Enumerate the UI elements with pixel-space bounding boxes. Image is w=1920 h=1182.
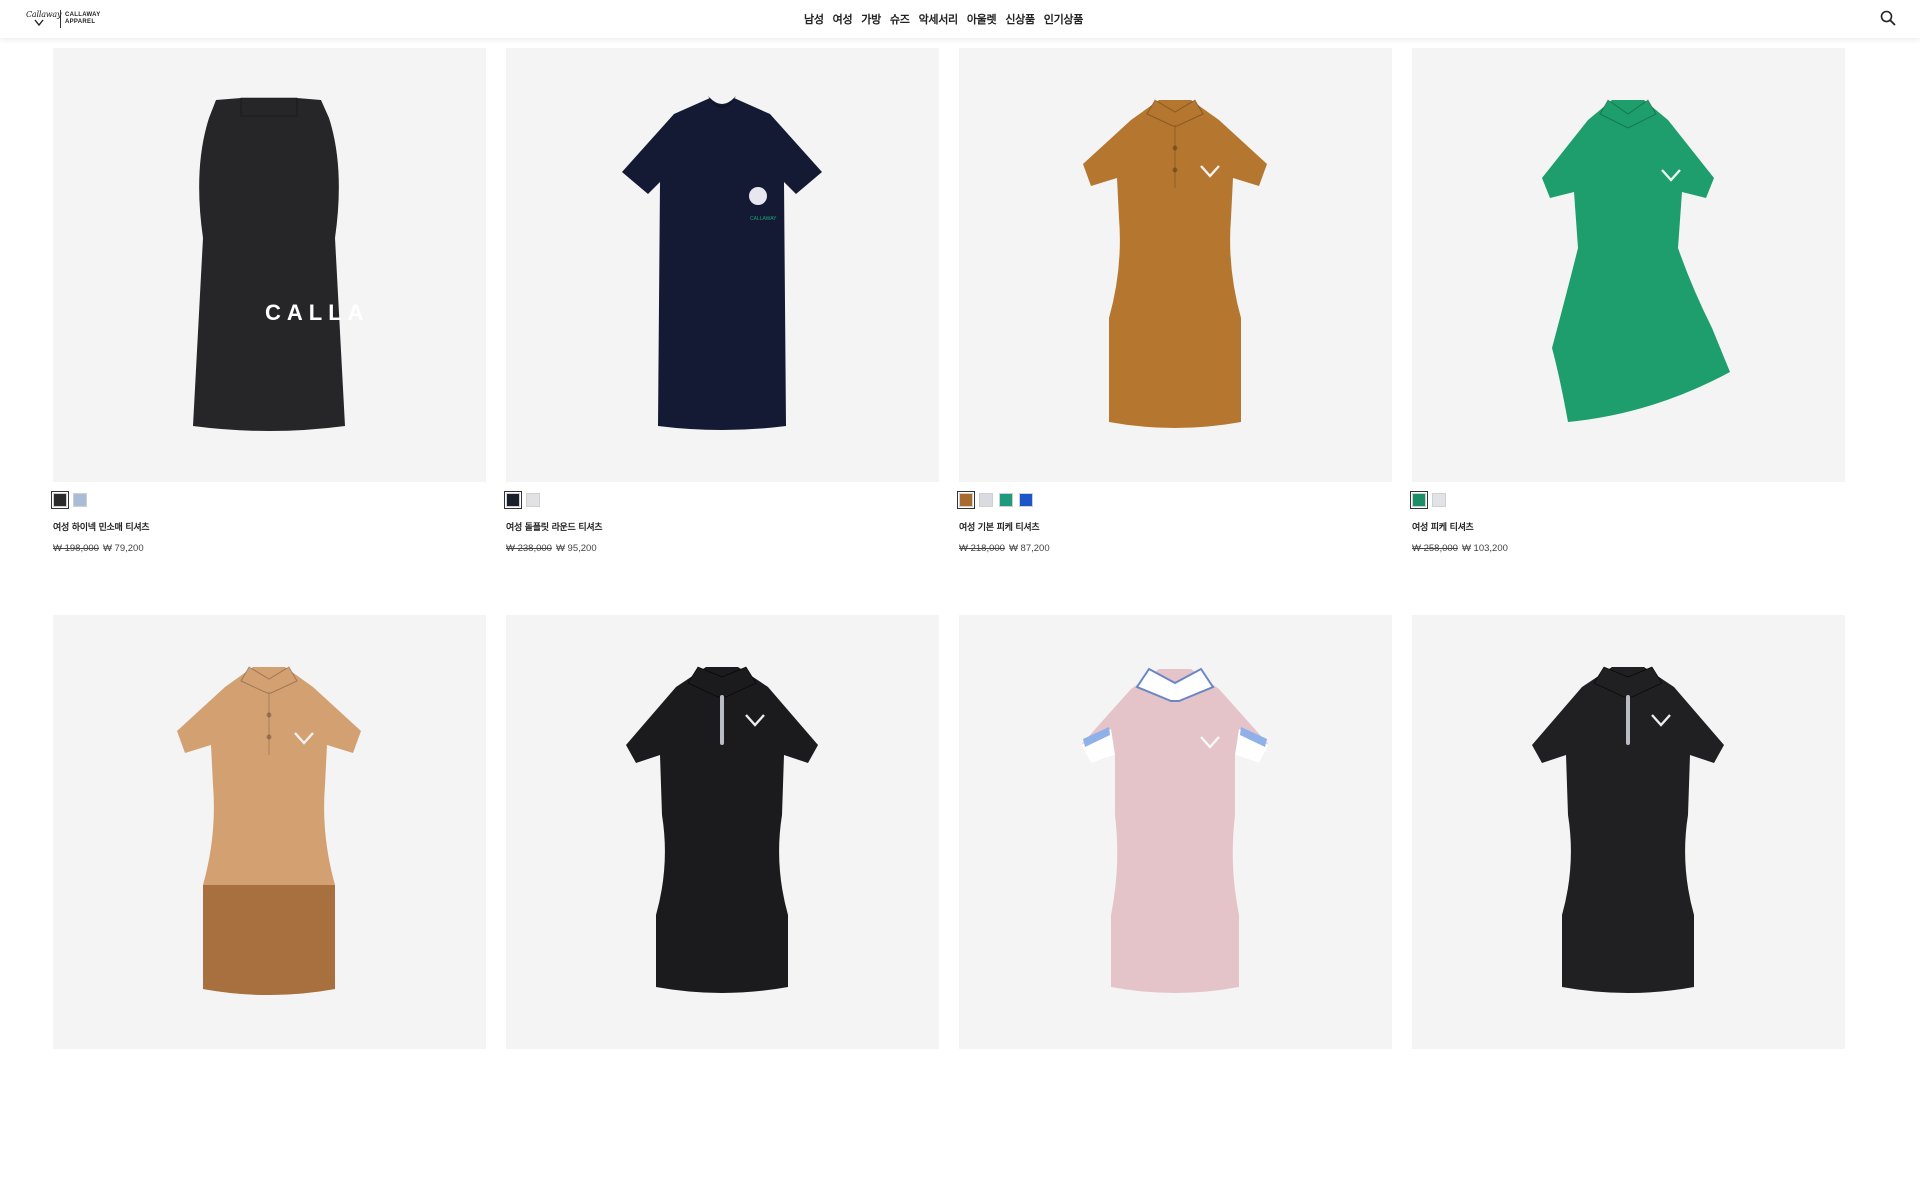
product-image[interactable] (1412, 48, 1845, 482)
main-nav: 남성 여성 가방 슈즈 악세서리 아울렛 신상품 인기상품 (804, 11, 1083, 27)
product-card: 여성 피케 티셔츠 ₩ 258,000 ₩ 103,200 (1410, 48, 1845, 615)
logo-script: Callaway (26, 10, 62, 19)
product-card (506, 615, 939, 1182)
product-grid: CALLA 여성 하이넥 민소매 티셔츠 ₩ 198,000 ₩ 79,200 CALL… (51, 48, 1845, 1182)
color-swatches (504, 491, 939, 509)
color-swatch[interactable] (1410, 491, 1428, 509)
product-image[interactable] (506, 615, 939, 1049)
product-price: ₩ 238,000 ₩ 95,200 (506, 543, 939, 554)
product-image[interactable]: CALLA (53, 48, 486, 482)
site-header: Callaway CALLAWAY APPAREL 남성 여성 가방 슈즈 악세… (0, 0, 1920, 38)
original-price: ₩ 258,000 (1412, 543, 1458, 554)
product-card: 여성 기본 피케 티셔츠 ₩ 218,000 ₩ 87,200 (957, 48, 1392, 615)
product-image[interactable]: CALLAWAY (506, 48, 939, 482)
product-image[interactable] (959, 48, 1392, 482)
sale-price: ₩ 87,200 (1008, 543, 1050, 554)
color-swatch[interactable] (504, 491, 522, 509)
original-price: ₩ 238,000 (506, 543, 552, 554)
color-swatches (51, 491, 486, 509)
product-image[interactable] (959, 615, 1392, 1049)
product-card: CALLA 여성 하이넥 민소매 티셔츠 ₩ 198,000 ₩ 79,200 (51, 48, 486, 615)
color-swatch[interactable] (979, 493, 993, 507)
color-swatches (1410, 491, 1845, 509)
brand-logo[interactable]: Callaway CALLAWAY APPAREL (26, 8, 101, 30)
color-swatch[interactable] (957, 491, 975, 509)
color-swatch[interactable] (73, 493, 87, 507)
nav-accessories[interactable]: 악세서리 (919, 11, 959, 27)
nav-best-sellers[interactable]: 인기상품 (1044, 11, 1084, 27)
product-price: ₩ 198,000 ₩ 79,200 (53, 543, 486, 554)
shirt-illustration: CALLAWAY (622, 96, 822, 430)
logo-line-2: APPAREL (65, 19, 96, 25)
shirt-illustration (1542, 99, 1730, 422)
logo-line-1: CALLAWAY (65, 12, 101, 18)
shirt-illustration (1081, 667, 1269, 993)
nav-bags[interactable]: 가방 (861, 11, 881, 27)
callaway-logo-mark: Callaway (26, 8, 62, 30)
svg-text:CALLAWAY: CALLAWAY (750, 216, 777, 222)
product-name[interactable]: 여성 돌플릿 라운드 티셔츠 (506, 520, 939, 533)
product-name[interactable]: 여성 피케 티셔츠 (1412, 520, 1845, 533)
color-swatches (957, 491, 1392, 509)
product-price: ₩ 218,000 ₩ 87,200 (959, 543, 1392, 554)
color-swatch[interactable] (999, 493, 1013, 507)
search-icon[interactable] (1879, 9, 1897, 27)
product-card (53, 615, 486, 1182)
product-price: ₩ 258,000 ₩ 103,200 (1412, 543, 1845, 554)
product-name[interactable]: 여성 하이넥 민소매 티셔츠 (53, 520, 486, 533)
nav-shoes[interactable]: 슈즈 (890, 11, 910, 27)
sale-price: ₩ 79,200 (102, 543, 144, 554)
logo-wordmark: CALLAWAY APPAREL (65, 12, 101, 26)
color-swatch[interactable] (51, 491, 69, 509)
shirt-print-text: CALLA (265, 300, 370, 325)
product-name[interactable]: 여성 기본 피케 티셔츠 (959, 520, 1392, 533)
original-price: ₩ 198,000 (53, 543, 99, 554)
color-swatch[interactable] (1432, 493, 1446, 507)
product-card (1412, 615, 1845, 1182)
sale-price: ₩ 95,200 (555, 543, 597, 554)
color-swatch[interactable] (526, 493, 540, 507)
nav-outlet[interactable]: 아울렛 (967, 11, 997, 27)
nav-new-arrivals[interactable]: 신상품 (1005, 11, 1035, 27)
product-card: CALLAWAY 여성 돌플릿 라운드 티셔츠 ₩ 238,000 ₩ 95,200 (504, 48, 939, 615)
shirt-illustration (177, 666, 361, 995)
shirt-illustration: CALLA (193, 97, 370, 431)
product-image[interactable] (53, 615, 486, 1049)
product-image[interactable] (1412, 615, 1845, 1049)
shirt-illustration (626, 666, 818, 993)
nav-women[interactable]: 여성 (833, 11, 853, 27)
original-price: ₩ 218,000 (959, 543, 1005, 554)
product-card (959, 615, 1392, 1182)
chevron-logo-icon (34, 19, 44, 26)
nav-men[interactable]: 남성 (804, 11, 824, 27)
sale-price: ₩ 103,200 (1461, 543, 1508, 554)
shirt-illustration (1532, 666, 1724, 993)
shirt-illustration (1083, 99, 1267, 428)
color-swatch[interactable] (1019, 493, 1033, 507)
